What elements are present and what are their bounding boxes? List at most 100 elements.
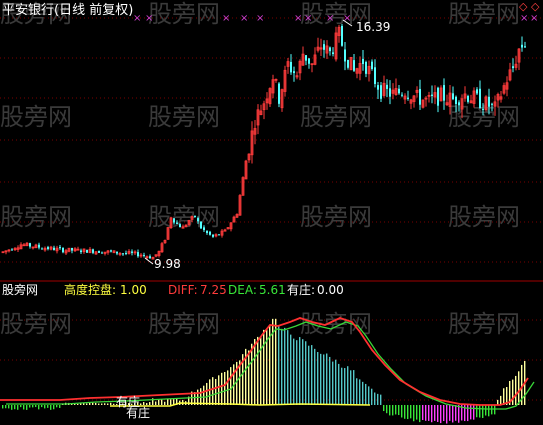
candle-body	[98, 250, 100, 253]
macd-bar	[302, 339, 304, 405]
candle-body	[386, 84, 388, 89]
macd-bar	[101, 403, 103, 405]
macd-bar	[404, 405, 406, 419]
macd-bar	[35, 405, 37, 408]
signal-marker: ×	[530, 13, 538, 24]
watermark-text: 股旁网	[148, 103, 220, 131]
candle-body	[332, 52, 334, 54]
macd-bar	[371, 388, 373, 405]
candle-body	[131, 251, 133, 253]
candle-body	[218, 234, 220, 236]
macd-bar	[314, 348, 316, 405]
macd-bar	[146, 403, 148, 405]
macd-bar	[437, 405, 439, 422]
candle-body	[176, 222, 178, 224]
macd-bar	[44, 405, 46, 409]
macd-bar	[14, 405, 16, 410]
macd-bar	[140, 403, 142, 405]
macd-bar	[422, 405, 424, 421]
macd-bar	[221, 372, 223, 405]
macd-bar	[89, 402, 91, 405]
macd-bar	[293, 338, 295, 405]
watermark-text: 股旁网	[0, 103, 72, 131]
candle-body	[482, 108, 484, 110]
signal-marker: ×	[133, 13, 141, 24]
candle-body	[329, 47, 331, 52]
signal-marker: ×	[256, 13, 264, 24]
macd-histogram	[2, 318, 526, 424]
macd-bar	[518, 371, 520, 405]
candle-body	[80, 250, 82, 253]
zhuang-label: 有庄:	[287, 282, 315, 297]
candle-body	[524, 46, 526, 48]
macd-bar	[413, 405, 415, 422]
macd-bar	[434, 405, 436, 421]
candle-body	[341, 25, 343, 46]
signal-marker: ×	[326, 13, 334, 24]
macd-bar	[53, 405, 55, 410]
candle-body	[209, 231, 211, 235]
signal-marker: ×	[240, 13, 248, 24]
watermark-text: 股旁网	[300, 203, 372, 231]
candle-body	[401, 94, 403, 96]
macd-bar	[455, 405, 457, 421]
macd-bar	[344, 368, 346, 405]
diamond-marker: ◇	[519, 0, 528, 13]
candle-body	[62, 247, 64, 253]
candle-body	[206, 230, 208, 234]
candle-body	[173, 218, 175, 223]
macd-bar	[278, 325, 280, 405]
candle-body	[197, 218, 199, 222]
macd-bar	[443, 405, 445, 422]
macd-bar	[209, 379, 211, 405]
macd-bar	[362, 381, 364, 405]
signal-marker: ×	[222, 13, 230, 24]
macd-bar	[248, 350, 250, 405]
macd-bar	[458, 405, 460, 423]
macd-bar	[107, 403, 109, 405]
candle-body	[212, 234, 214, 237]
candle-body	[122, 253, 124, 255]
macd-bar	[500, 395, 502, 405]
candle-body	[38, 244, 40, 248]
candle-body	[380, 85, 382, 99]
macd-bar	[401, 405, 403, 418]
candle-body	[458, 102, 460, 106]
macd-bar	[383, 405, 385, 412]
macd-bar	[170, 399, 172, 405]
macd-bar	[338, 363, 340, 405]
candle-body	[353, 60, 355, 71]
macd-bar	[485, 405, 487, 416]
indicator-name: 股旁网	[2, 282, 38, 297]
watermark-text: 股旁网	[0, 310, 72, 338]
dea-value: 5.61	[259, 283, 286, 297]
candle-body	[389, 88, 391, 97]
candle-body	[479, 88, 481, 109]
macd-bar	[41, 405, 43, 408]
macd-bar	[215, 378, 217, 405]
macd-bar	[488, 405, 490, 417]
candle-body	[92, 249, 94, 253]
candle-body	[41, 248, 43, 250]
macd-bar	[47, 405, 49, 408]
macd-bar	[5, 405, 7, 409]
macd-bar	[29, 405, 31, 408]
macd-bar	[395, 405, 397, 415]
macd-bar	[224, 372, 226, 405]
macd-bar	[86, 403, 88, 405]
diff-label: DIFF:	[168, 283, 198, 297]
macd-bar	[398, 405, 400, 416]
macd-bar	[2, 405, 4, 409]
macd-bar	[32, 405, 34, 408]
macd-bar	[431, 405, 433, 423]
macd-bar	[419, 405, 421, 423]
zhuang-annotation-2: 有庄	[126, 405, 150, 420]
macd-bar	[56, 405, 58, 408]
candle-body	[431, 94, 433, 97]
candle-body	[377, 85, 379, 90]
candle-body	[293, 71, 295, 74]
macd-bar	[161, 399, 163, 405]
candle-body	[200, 221, 202, 229]
macd-bar	[416, 405, 418, 420]
signal-marker: ×	[520, 13, 528, 24]
